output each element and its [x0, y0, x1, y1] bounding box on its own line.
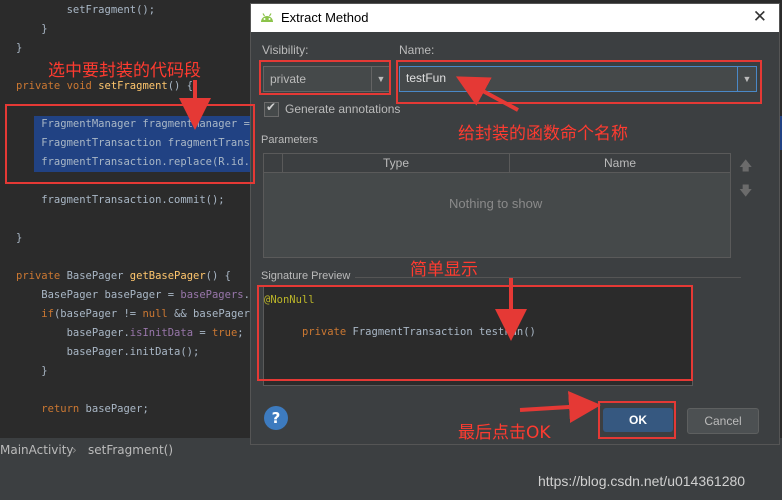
watermark: https://blog.csdn.net/u014361280	[538, 473, 746, 489]
annotation-arrows	[179, 76, 601, 423]
arrow-to-name	[455, 76, 519, 112]
arrow-to-ok	[519, 391, 601, 423]
